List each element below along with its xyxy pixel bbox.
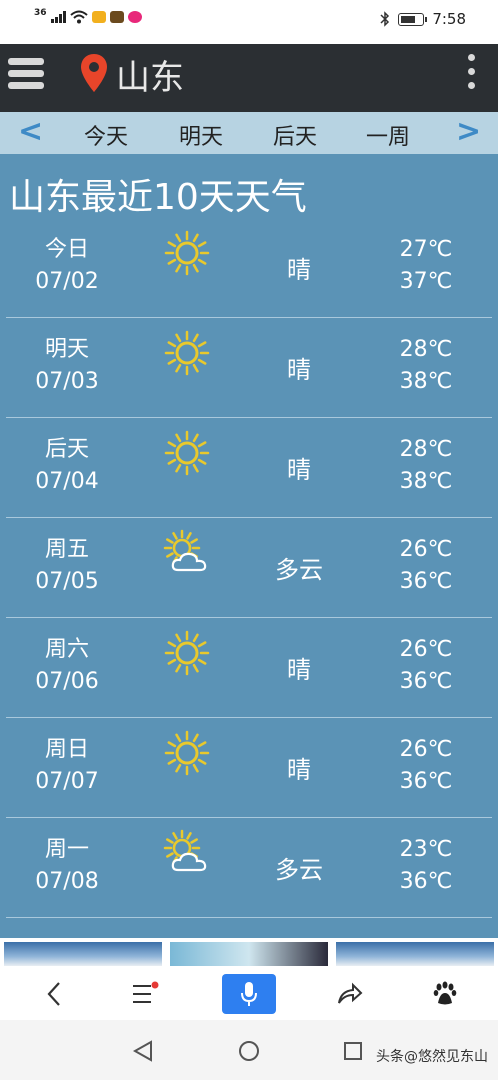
day-date: 07/03	[35, 369, 99, 394]
temp-low: 23℃	[399, 837, 453, 862]
temp-low: 26℃	[399, 637, 453, 662]
forecast-row[interactable]: 后天 07/04 晴 28℃ 38℃	[6, 418, 492, 518]
ad-image[interactable]	[170, 942, 328, 966]
forecast-row[interactable]: 周一 07/08 多云 23℃ 36℃	[6, 818, 492, 918]
day-date: 07/02	[35, 269, 99, 294]
page-title: 山东最近10天天气	[9, 177, 307, 218]
hamburger-icon[interactable]	[8, 58, 44, 94]
back-icon[interactable]	[28, 974, 82, 1014]
app-notification-icon	[127, 11, 142, 23]
wifi-icon	[69, 10, 88, 24]
day-date: 07/04	[35, 469, 99, 494]
tab-tomorrow[interactable]: 明天	[161, 119, 241, 151]
forecast-row[interactable]: 周日 07/07 晴 26℃ 36℃	[6, 718, 492, 818]
tab-today[interactable]: 今天	[66, 119, 146, 151]
forecast-row[interactable]: 今日 07/02 晴 27℃ 37℃	[6, 218, 492, 318]
bluetooth-icon	[380, 11, 390, 27]
tab-day-after[interactable]: 后天	[255, 119, 335, 151]
ad-image[interactable]	[336, 942, 494, 966]
day-date: 07/07	[35, 769, 99, 794]
temp-high: 36℃	[399, 569, 453, 594]
day-label: 明天	[44, 337, 89, 362]
tab-week[interactable]: 一周	[348, 119, 428, 151]
share-icon[interactable]	[322, 974, 376, 1014]
weather-condition: 多云	[275, 556, 323, 584]
map-pin-icon	[81, 54, 107, 92]
mic-icon[interactable]	[222, 974, 276, 1014]
day-date: 07/08	[35, 869, 99, 894]
day-label: 周六	[44, 637, 89, 662]
status-time: 7:58	[432, 10, 466, 28]
temp-high: 36℃	[399, 869, 453, 894]
weather-condition: 晴	[287, 256, 311, 284]
partly-cloudy-icon	[163, 829, 207, 872]
kebab-icon[interactable]	[468, 54, 476, 96]
status-bar: 36 7:58	[0, 0, 498, 44]
forecast-row[interactable]: 周六 07/06 晴 26℃ 36℃	[6, 618, 492, 718]
app-notification-icon	[109, 11, 124, 23]
day-label: 周一	[44, 837, 89, 862]
browser-bottom-nav	[0, 966, 498, 1020]
sunny-icon	[164, 730, 210, 776]
temp-low: 26℃	[399, 537, 453, 562]
next-arrow-icon[interactable]: >	[456, 114, 481, 149]
battery-fill	[401, 15, 415, 23]
home-circle-icon[interactable]	[238, 1040, 260, 1062]
sunny-icon	[164, 430, 210, 476]
ad-strip	[0, 938, 498, 966]
prev-arrow-icon[interactable]: <	[18, 114, 43, 149]
temp-high: 37℃	[399, 269, 453, 294]
temp-high: 38℃	[399, 469, 453, 494]
sunny-icon	[164, 630, 210, 676]
forecast-row[interactable]: 周五 07/05 多云 26℃ 36℃	[6, 518, 492, 618]
recents-square-icon[interactable]	[343, 1041, 363, 1061]
temp-low: 28℃	[399, 437, 453, 462]
signal-icon	[50, 11, 66, 23]
partly-cloudy-icon	[163, 529, 207, 572]
baidu-paw-icon[interactable]	[418, 974, 472, 1014]
day-label: 周五	[44, 537, 89, 562]
day-label: 后天	[44, 437, 89, 462]
weather-condition: 晴	[287, 756, 311, 784]
temp-low: 26℃	[399, 737, 453, 762]
day-label: 周日	[44, 737, 89, 762]
weather-condition: 晴	[287, 356, 311, 384]
city-title[interactable]: 山东	[116, 50, 184, 99]
day-label: 今日	[44, 237, 89, 262]
temp-low: 27℃	[399, 237, 453, 262]
forecast-panel: 山东最近10天天气 今日 07/02 晴 27℃ 37℃ 明天 07/03 晴 …	[0, 154, 498, 938]
weather-condition: 晴	[287, 456, 311, 484]
weather-condition: 多云	[275, 856, 323, 884]
status-right: 7:58	[380, 10, 466, 28]
sunny-icon	[164, 330, 210, 376]
day-tabs: < 今天 明天 后天 一周 >	[0, 112, 498, 154]
menu-icon[interactable]	[118, 974, 172, 1014]
back-triangle-icon[interactable]	[132, 1040, 154, 1062]
signal-label: 36	[34, 8, 47, 18]
temp-high: 36℃	[399, 669, 453, 694]
ad-image[interactable]	[4, 942, 162, 966]
temp-high: 36℃	[399, 769, 453, 794]
day-date: 07/06	[35, 669, 99, 694]
temp-high: 38℃	[399, 369, 453, 394]
temp-low: 28℃	[399, 337, 453, 362]
app-notification-icon	[91, 11, 106, 23]
app-header: 山东	[0, 44, 498, 112]
status-left: 36	[34, 8, 142, 24]
day-date: 07/05	[35, 569, 99, 594]
watermark: 头条@悠然见东山	[376, 1049, 488, 1065]
sunny-icon	[164, 230, 210, 276]
battery-icon	[398, 12, 428, 26]
forecast-row[interactable]: 明天 07/03 晴 28℃ 38℃	[6, 318, 492, 418]
weather-condition: 晴	[287, 656, 311, 684]
